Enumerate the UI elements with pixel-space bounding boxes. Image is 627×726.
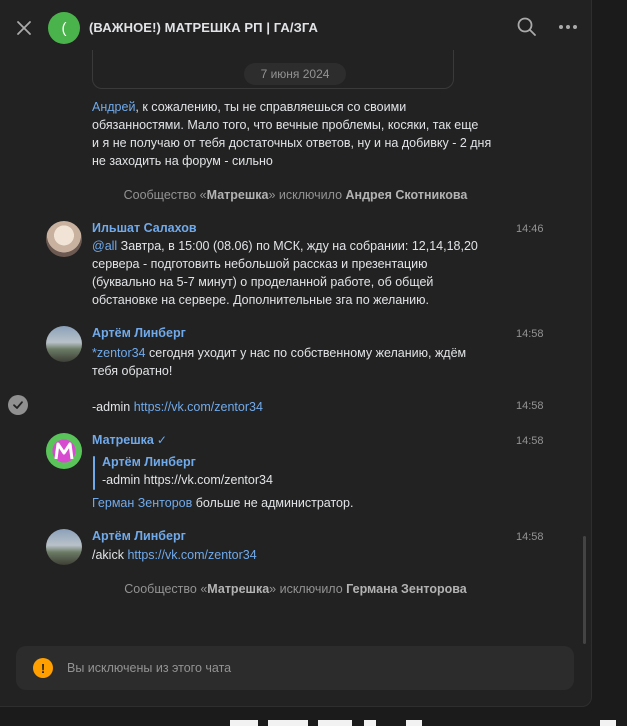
person-link[interactable]: Германа Зенторова: [346, 582, 467, 596]
reply-bar: [93, 456, 95, 490]
message-line: (буквально на 5-7 минут) о проделанной р…: [92, 275, 434, 289]
message-line: -admin: [92, 400, 134, 414]
message-time: 14:58: [516, 435, 544, 447]
message-text: Герман Зенторов больше не администратор.: [92, 494, 353, 512]
author-name[interactable]: Матрешка ✓: [92, 433, 167, 447]
message-line: тебя обратно!: [92, 364, 173, 378]
avatar[interactable]: [46, 221, 82, 257]
message-line: , к сожалению, ты не справляешься со сво…: [135, 100, 407, 114]
message-line: Завтра, в 15:00 (08.06) по МСК, жду на с…: [117, 239, 478, 253]
message-line: сервера - подготовить небольшой рассказ …: [92, 257, 428, 271]
info-icon: !: [33, 658, 53, 678]
excluded-notice: ! Вы исключены из этого чата: [16, 646, 574, 690]
select-checkbox[interactable]: [8, 395, 28, 415]
community-link[interactable]: Матрешка: [207, 188, 269, 202]
mention-link[interactable]: *zentor34: [92, 346, 146, 360]
search-icon: [517, 17, 536, 36]
url-link[interactable]: https://vk.com/zentor34: [127, 548, 256, 562]
service-text: » исключило: [269, 582, 347, 596]
verified-icon: ✓: [156, 433, 167, 447]
service-text: Сообщество «: [123, 188, 207, 202]
message-line: обстановке на сервере. Дополнительные зг…: [92, 293, 430, 307]
check-icon: [13, 401, 23, 409]
taskbar-fragment: [230, 718, 620, 726]
avatar[interactable]: [46, 326, 82, 362]
message-line: обязанностями. Мало того, что вечные про…: [92, 118, 479, 132]
close-icon: [17, 21, 31, 35]
service-text: » исключило: [268, 188, 346, 202]
chat-avatar-letter: (: [61, 19, 67, 37]
message-time: 14:58: [516, 328, 544, 340]
scrollbar[interactable]: [583, 536, 586, 644]
service-text: Сообщество «: [124, 582, 208, 596]
message-text: Андрей, к сожалению, ты не справляешься …: [92, 98, 491, 170]
author-name[interactable]: Ильшат Салахов: [92, 221, 197, 235]
message-line: сегодня уходит у нас по собственному жел…: [145, 346, 467, 360]
more-icon: [559, 25, 577, 29]
chat-title[interactable]: (ВАЖНОЕ!) МАТРЕШКА РП | ГА/ЗГА: [89, 20, 318, 35]
matreshka-logo-icon: [54, 442, 74, 460]
chat-avatar[interactable]: (: [48, 12, 80, 44]
author-name[interactable]: Артём Линберг: [92, 529, 186, 543]
avatar[interactable]: [46, 433, 82, 469]
reply-author[interactable]: Артём Линберг: [102, 455, 196, 469]
service-message: Сообщество «Матрешка» исключило Андрея С…: [0, 188, 591, 202]
more-button[interactable]: [556, 16, 580, 38]
mention-link[interactable]: @all: [92, 239, 117, 253]
service-message: Сообщество «Матрешка» исключило Германа …: [0, 582, 591, 596]
message-text: *zentor34 сегодня уходит у нас по собств…: [92, 344, 466, 380]
avatar[interactable]: [46, 529, 82, 565]
reply-text[interactable]: -admin https://vk.com/zentor34: [102, 471, 273, 489]
mention-link[interactable]: Андрей: [92, 100, 135, 114]
message-text: -admin https://vk.com/zentor34: [92, 398, 263, 416]
close-button[interactable]: [12, 16, 36, 40]
community-link[interactable]: Матрешка: [207, 582, 269, 596]
chat-header: ( (ВАЖНОЕ!) МАТРЕШКА РП | ГА/ЗГА: [0, 0, 591, 56]
message-line: не заходить на форум - сильно: [92, 154, 273, 168]
message-text: /akick https://vk.com/zentor34: [92, 546, 257, 564]
chat-window: ( (ВАЖНОЕ!) МАТРЕШКА РП | ГА/ЗГА 7 июня …: [0, 0, 592, 707]
date-divider: 7 июня 2024: [244, 63, 346, 85]
message-line: больше не администратор.: [192, 496, 354, 510]
message-line: /akick: [92, 548, 128, 562]
message-time: 14:46: [516, 223, 544, 235]
url-link[interactable]: https://vk.com/zentor34: [134, 400, 263, 414]
message-line: и я не получаю от тебя достаточных ответ…: [92, 136, 492, 150]
mention-link[interactable]: Герман Зенторов: [92, 496, 192, 510]
author-name-text: Матрешка: [92, 433, 154, 447]
message-time: 14:58: [516, 531, 544, 543]
author-name[interactable]: Артём Линберг: [92, 326, 186, 340]
notice-text: Вы исключены из этого чата: [67, 661, 232, 675]
person-link[interactable]: Андрея Скотникова: [346, 188, 468, 202]
message-time: 14:58: [516, 400, 544, 412]
message-text: @all Завтра, в 15:00 (08.06) по МСК, жду…: [92, 237, 478, 309]
search-button[interactable]: [516, 16, 538, 38]
